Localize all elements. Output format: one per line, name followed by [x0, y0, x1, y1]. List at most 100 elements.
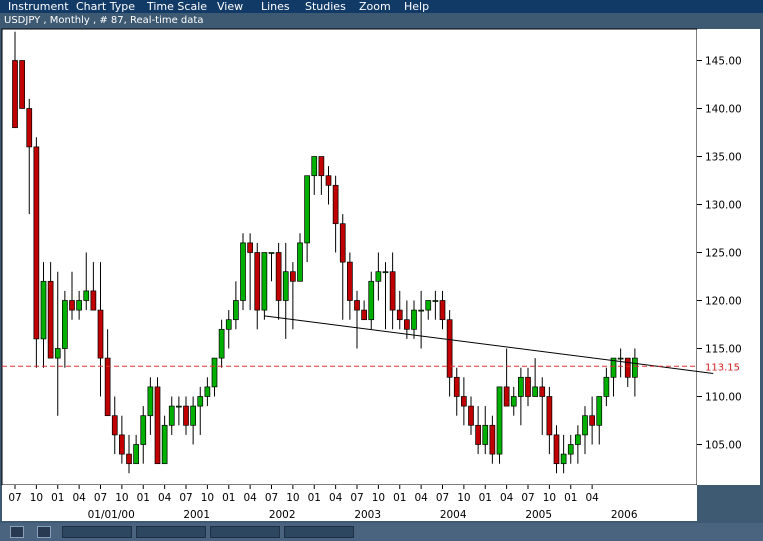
candle-body[interactable] — [432, 300, 439, 302]
candle-body[interactable] — [176, 405, 182, 408]
candle-body[interactable] — [582, 415, 588, 436]
candle-body[interactable] — [290, 271, 296, 282]
candle-body[interactable] — [411, 309, 417, 330]
candle-body[interactable] — [275, 252, 282, 301]
candle-body[interactable] — [297, 242, 303, 282]
candle-body[interactable] — [197, 396, 204, 407]
candle-body[interactable] — [54, 348, 61, 359]
candlestick-chart[interactable]: USDJPY , Monthly , # 87, Real-time data … — [0, 13, 763, 523]
candle-body[interactable] — [546, 396, 553, 436]
candle-body[interactable] — [254, 252, 261, 311]
candle-body[interactable] — [347, 261, 353, 301]
candle-body[interactable] — [567, 444, 574, 455]
candle-body[interactable] — [168, 405, 175, 426]
grip-icon[interactable] — [37, 526, 51, 538]
candle-body[interactable] — [532, 386, 538, 397]
menu-zoom[interactable]: Zoom — [359, 0, 391, 13]
candle-body[interactable] — [282, 271, 289, 301]
candle-body[interactable] — [496, 386, 503, 455]
candle-body[interactable] — [225, 319, 232, 330]
candle-body[interactable] — [453, 376, 460, 397]
menu-view[interactable]: View — [217, 0, 243, 13]
candle-body[interactable] — [147, 386, 154, 417]
candle-body[interactable] — [446, 319, 453, 378]
candle-body[interactable] — [389, 271, 396, 311]
candle-body[interactable] — [475, 424, 481, 445]
candle-body[interactable] — [375, 271, 382, 282]
scroll-start-icon[interactable] — [10, 526, 24, 538]
candle-body[interactable] — [133, 444, 139, 465]
candle-body[interactable] — [425, 300, 432, 311]
candle-body[interactable] — [525, 376, 531, 397]
candle-body[interactable] — [553, 434, 560, 465]
candle-body[interactable] — [575, 434, 581, 445]
menu-chart-type[interactable]: Chart Type — [76, 0, 135, 13]
menu-help[interactable]: Help — [404, 0, 429, 13]
candle-body[interactable] — [47, 280, 54, 359]
candle-body[interactable] — [632, 357, 638, 378]
candle-body[interactable] — [76, 300, 82, 311]
candle-body[interactable] — [603, 376, 610, 397]
candle-body[interactable] — [396, 309, 403, 321]
x-tick-label: 01 — [564, 492, 577, 504]
candle-body[interactable] — [62, 300, 68, 349]
candle-body[interactable] — [83, 290, 90, 301]
candle-body[interactable] — [154, 386, 161, 465]
candle-body[interactable] — [233, 300, 239, 321]
candle-body[interactable] — [40, 280, 47, 340]
candle-body[interactable] — [140, 415, 147, 445]
menu-studies[interactable]: Studies — [305, 0, 346, 13]
candle-body[interactable] — [468, 405, 474, 426]
candle-body[interactable] — [12, 60, 18, 129]
candle-body[interactable] — [589, 415, 595, 426]
candle-body[interactable] — [361, 309, 367, 321]
candle-body[interactable] — [617, 357, 624, 360]
candle-body[interactable] — [247, 242, 253, 253]
y-tick-label: 105.00 — [705, 440, 742, 452]
menu-time-scale[interactable]: Time Scale — [147, 0, 207, 13]
candle-body[interactable] — [240, 242, 246, 301]
candle-body[interactable] — [261, 252, 268, 311]
candle-body[interactable] — [33, 146, 40, 340]
candle-body[interactable] — [126, 453, 132, 465]
candle-body[interactable] — [90, 290, 97, 311]
candle-body[interactable] — [539, 386, 546, 397]
candle-body[interactable] — [354, 300, 360, 311]
candle-body[interactable] — [97, 309, 104, 359]
candle-body[interactable] — [624, 357, 631, 378]
candle-body[interactable] — [560, 453, 567, 465]
candle-body[interactable] — [218, 328, 225, 359]
menu-instrument[interactable]: Instrument — [8, 0, 69, 13]
candle-body[interactable] — [510, 396, 517, 407]
candle-body[interactable] — [211, 357, 218, 388]
candle-body[interactable] — [69, 300, 75, 311]
candle-body[interactable] — [183, 405, 189, 426]
candle-body[interactable] — [518, 376, 524, 397]
candle-body[interactable] — [503, 386, 510, 407]
candle-body[interactable] — [596, 396, 603, 426]
candle-body[interactable] — [190, 405, 196, 426]
candle-body[interactable] — [382, 271, 389, 274]
candle-body[interactable] — [404, 319, 410, 330]
candle-body[interactable] — [439, 300, 446, 321]
candle-body[interactable] — [311, 156, 318, 177]
candle-body[interactable] — [19, 60, 25, 109]
candle-body[interactable] — [318, 156, 325, 177]
candle-body[interactable] — [119, 434, 125, 455]
candle-body[interactable] — [461, 396, 467, 407]
candle-body[interactable] — [325, 175, 332, 186]
candle-body[interactable] — [489, 424, 496, 455]
candle-body[interactable] — [368, 280, 375, 321]
candle-body[interactable] — [304, 175, 310, 244]
candle-body[interactable] — [204, 386, 211, 397]
x-tick-label: 10 — [286, 492, 299, 504]
candle-body[interactable] — [268, 252, 275, 254]
candle-body[interactable] — [26, 108, 33, 148]
candle-body[interactable] — [111, 415, 118, 436]
candle-body[interactable] — [161, 424, 168, 465]
candle-body[interactable] — [339, 223, 346, 263]
menu-lines[interactable]: Lines — [261, 0, 290, 13]
candle-body[interactable] — [482, 424, 489, 445]
candle-body[interactable] — [418, 309, 424, 312]
candle-body[interactable] — [332, 184, 339, 225]
